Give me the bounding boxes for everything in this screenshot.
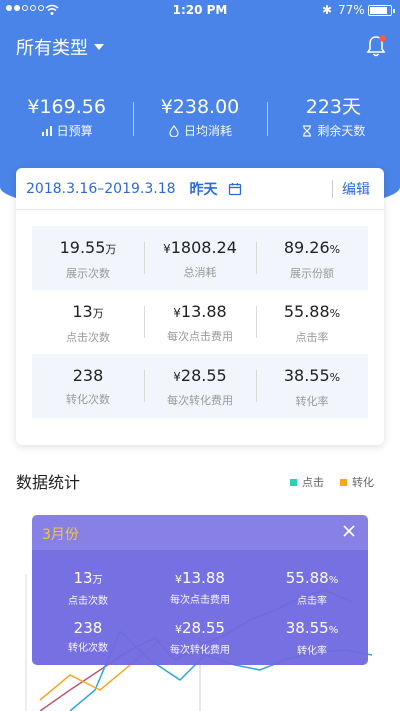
metric-cost-per-click: ¥13.88 每次点击费用 [144,290,256,354]
summary-value: ¥238.00 [160,96,240,118]
tooltip-row-conversions: 238 转化次数 ¥28.55 每次转化费用 38.55% 转化率 [32,619,368,665]
tooltip-month: 3月份 [42,527,79,543]
metric-row-conversions: 238 转化次数 ¥28.55 每次转化费用 38.55% 转化率 [32,354,368,418]
tooltip-metric: ¥13.88 每次点击费用 [170,569,230,606]
close-icon[interactable] [342,524,356,538]
metric-value: 19.55 [59,238,106,257]
chart-tooltip: 3月份 13万 点击次数 ¥13.88 每次点击费用 55.88% 点击率 23… [32,515,368,665]
metrics-card: 2018.3.16–2019.3.18 昨天 编辑 19.55万 展示次数 ¥1… [16,168,384,445]
summary-label: 剩余天数 [317,124,366,138]
metric-conversions: 238 转化次数 [32,354,144,418]
metric-value: 89.26 [283,238,330,257]
budget-summary: ¥169.56 日预算 ¥238.00 日均消耗 223天 剩余天数 [0,96,400,146]
tooltip-metric: 13万 点击次数 [68,569,108,607]
metric-value: 28.55 [180,366,227,385]
summary-value: ¥169.56 [27,96,106,118]
bell-icon[interactable] [363,33,389,59]
tooltip-metric: 55.88% 点击率 [285,569,339,607]
legend-item-clicks[interactable]: 点击 [290,474,324,490]
battery-percent: 77% [338,3,365,17]
metric-value: 13 [72,302,93,321]
summary-label: 日均消耗 [183,124,232,138]
summary-daily-spend: ¥238.00 日均消耗 [133,96,266,146]
tooltip-row-clicks: 13万 点击次数 ¥13.88 每次点击费用 55.88% 点击率 [32,569,368,615]
metric-value: 55.88 [283,302,330,321]
status-bar: 1:20 PM ✱ 77% [0,0,400,22]
legend-label: 转化 [352,476,374,489]
hourglass-icon [303,124,312,137]
metric-total-spend: ¥1808.24 总消耗 [144,226,256,290]
metric-label: 每次转化费用 [167,394,233,407]
metric-label: 点击率 [295,331,329,344]
metric-label: 转化率 [295,395,329,408]
day-label: 昨天 [189,181,218,198]
tooltip-metric: ¥28.55 每次转化费用 [170,619,230,656]
metric-click-rate: 55.88% 点击率 [256,290,368,354]
metric-label: 展示次数 [66,267,110,280]
legend-swatch [290,478,297,486]
chart-icon [41,125,52,136]
metric-cost-per-conversion: ¥28.55 每次转化费用 [144,354,256,418]
metric-label: 展示份额 [290,267,334,280]
battery-icon [368,5,395,16]
summary-daily-budget: ¥169.56 日预算 [0,96,133,146]
metric-row-clicks: 13万 点击次数 ¥13.88 每次点击费用 55.88% 点击率 [32,290,368,354]
chart-legend: 点击 转化 [290,474,374,490]
metric-value: 38.55 [283,366,330,385]
metric-label: 每次点击费用 [167,330,233,343]
drop-icon [169,124,179,137]
type-filter-dropdown[interactable]: 所有类型 [16,34,104,60]
metric-value: 1808.24 [170,238,237,257]
edit-button[interactable]: 编辑 [342,179,370,199]
metric-label: 总消耗 [183,266,217,279]
legend-swatch [340,478,347,486]
metric-row-impressions: 19.55万 展示次数 ¥1808.24 总消耗 89.26% 展示份额 [32,226,368,290]
chevron-down-icon [94,44,104,50]
metric-impressions: 19.55万 展示次数 [32,226,144,290]
summary-label: 日预算 [56,124,93,138]
date-range-row[interactable]: 2018.3.16–2019.3.18 昨天 编辑 [16,168,384,210]
metric-label: 点击次数 [66,331,110,344]
date-range[interactable]: 2018.3.16–2019.3.18 [26,181,176,197]
metric-value: 13.88 [180,302,227,321]
bluetooth-icon: ✱ [322,3,333,17]
metric-clicks: 13万 点击次数 [32,290,144,354]
metric-conversion-rate: 38.55% 转化率 [256,354,368,418]
metric-impression-share: 89.26% 展示份额 [256,226,368,290]
summary-days-left: 223天 剩余天数 [266,96,400,146]
legend-item-conversions[interactable]: 转化 [340,474,374,490]
metric-label: 转化次数 [66,393,110,406]
page-title: 所有类型 [16,38,88,59]
tooltip-metric: 38.55% 转化率 [285,619,339,657]
metric-value: 238 [72,366,104,385]
summary-value: 223天 [305,96,361,118]
legend-label: 点击 [302,476,324,489]
section-title: 数据统计 [16,473,81,492]
calendar-icon[interactable] [228,182,242,196]
tooltip-metric: 238 转化次数 [68,619,108,654]
